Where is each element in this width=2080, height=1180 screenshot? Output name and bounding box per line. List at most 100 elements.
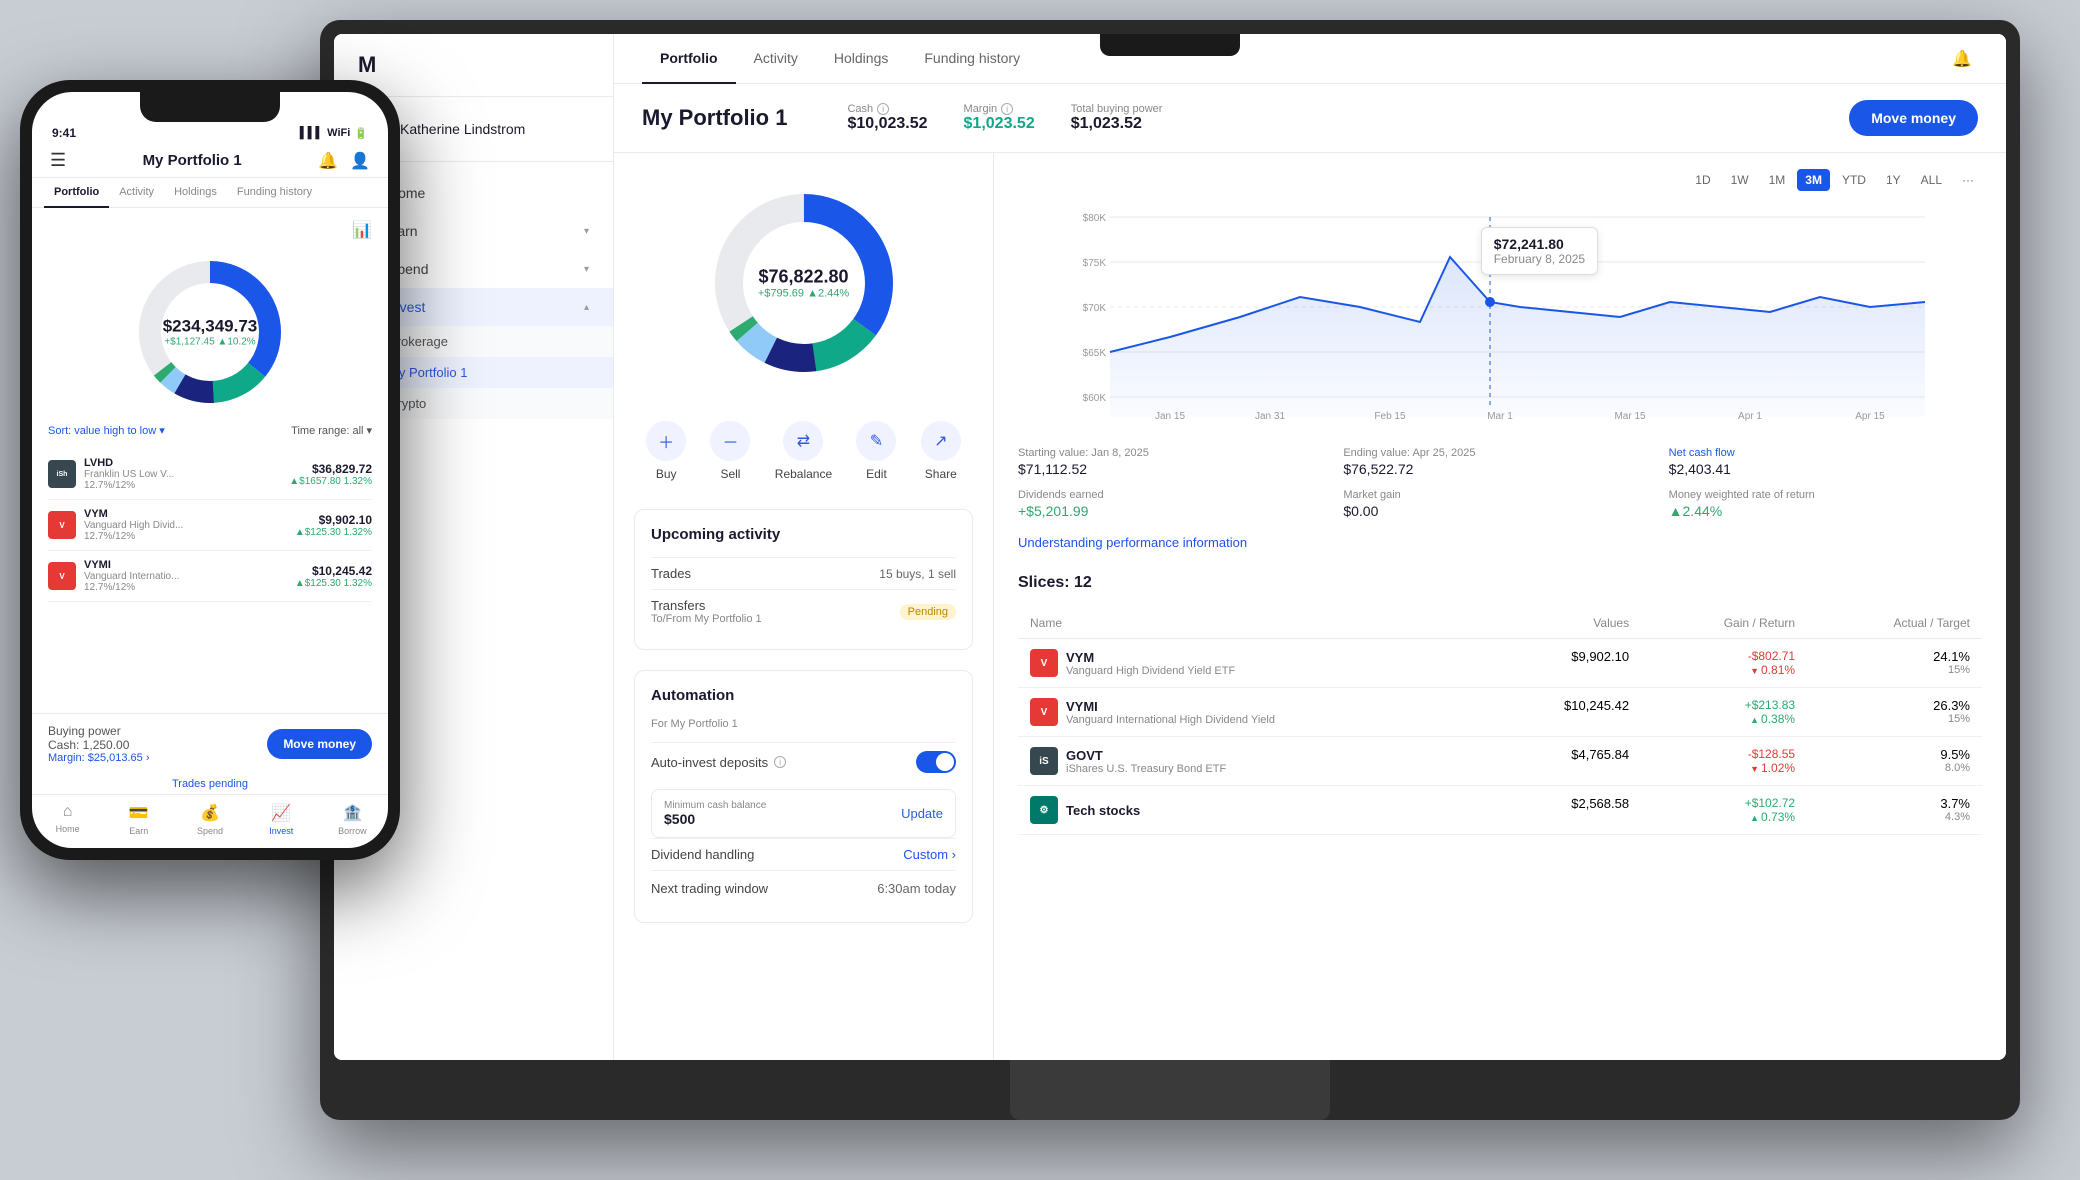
cash-info-icon[interactable]: i [877,103,889,115]
phone-menu-icon[interactable]: ☰ [50,150,66,171]
trades-pending-link[interactable]: Trades pending [32,774,388,794]
vymi-fullname: Vanguard International High Dividend Yie… [1066,714,1275,726]
bp-info: Buying power Cash: 1,250.00 Margin: $25,… [48,724,150,764]
phone-nav-home[interactable]: ⌂ Home [32,803,103,836]
period-ytd[interactable]: YTD [1834,169,1874,191]
period-1m[interactable]: 1M [1761,169,1794,191]
vymi-actual-target: 26.3% 15% [1807,688,1982,737]
dividend-label: Dividend handling [651,847,754,862]
cash-flow-value: $2,403.41 [1669,461,1982,477]
market-gain-label: Market gain [1343,489,1656,501]
period-3m[interactable]: 3M [1797,169,1830,191]
bp-cash-value: Cash: 1,250.00 [48,738,150,752]
phone-screen: 9:41 ▌▌▌ WiFi 🔋 ☰ My Portfolio 1 🔔 👤 Por… [32,92,388,848]
bp-margin-value[interactable]: Margin: $25,013.65 › [48,752,150,764]
automation-subtitle: For My Portfolio 1 [651,718,956,730]
share-button[interactable]: ↗ Share [921,421,961,481]
update-min-cash-button[interactable]: Update [901,806,943,821]
cash-metric: Cash i $10,023.52 [847,103,927,133]
phone-buying-power: Buying power Cash: 1,250.00 Margin: $25,… [32,713,388,774]
phone-bell-icon[interactable]: 🔔 [318,151,338,171]
transfers-sub: To/From My Portfolio 1 [651,613,762,625]
rebalance-icon: ⇄ [783,421,823,461]
vymi-logo: V [1030,698,1058,726]
govt-fullname: iShares U.S. Treasury Bond ETF [1066,763,1226,775]
phone-move-money-button[interactable]: Move money [267,729,372,759]
edit-button[interactable]: ✎ Edit [856,421,896,481]
phone-header-icons: 🔔 👤 [318,151,370,171]
period-all[interactable]: ALL [1913,169,1950,191]
tab-holdings[interactable]: Holdings [816,34,906,84]
donut-center: $76,822.80 +$795.69 ▲2.44% [758,267,849,300]
starting-value-label: Starting value: Jan 8, 2025 [1018,447,1331,459]
phone-nav-spend[interactable]: 💰 Spend [174,803,245,836]
return-value: ▲2.44% [1669,503,1982,519]
svg-text:Jan 15: Jan 15 [1155,411,1185,422]
phone-nav-borrow[interactable]: 🏦 Borrow [317,803,388,836]
notifications-button[interactable]: 🔔 [1946,43,1978,75]
phone-tab-funding[interactable]: Funding history [227,178,322,208]
sell-icon: － [710,421,750,461]
share-icon: ↗ [921,421,961,461]
sell-label: Sell [720,467,740,481]
sell-button[interactable]: － Sell [710,421,750,481]
phone-tab-portfolio[interactable]: Portfolio [44,178,109,208]
period-1d[interactable]: 1D [1687,169,1718,191]
phone-vymi-value: $10,245.42 [295,564,372,578]
buy-button[interactable]: ＋ Buy [646,421,686,481]
phone-holding-vymi[interactable]: V VYMI Vanguard Internatio... 12.7%/12% … [48,551,372,602]
donut-change: +$795.69 ▲2.44% [758,288,849,300]
dividend-value[interactable]: Custom › [903,847,956,862]
move-money-button[interactable]: Move money [1849,100,1978,136]
phone-tab-activity[interactable]: Activity [109,178,164,208]
phone-vymi-gain: ▲$125.30 1.32% [295,578,372,589]
tab-portfolio[interactable]: Portfolio [642,34,736,84]
main-content: Portfolio Activity Holdings Funding hist… [614,34,2006,1060]
next-window-row: Next trading window 6:30am today [651,870,956,906]
phone-nav-invest[interactable]: 📈 Invest [246,803,317,836]
auto-invest-info-icon[interactable]: i [774,756,786,768]
auto-invest-toggle[interactable] [916,751,956,773]
phone-borrow-label: Borrow [338,826,367,836]
time-range-dropdown[interactable]: Time range: all ▾ [291,424,372,437]
phone-holding-vym[interactable]: V VYM Vanguard High Divid... 12.7%/12% $… [48,500,372,551]
govt-logo: iS [1030,747,1058,775]
chart-stats: Starting value: Jan 8, 2025 $71,112.52 E… [1018,447,1982,519]
period-1y[interactable]: 1Y [1878,169,1909,191]
slice-row-tech[interactable]: ⚙ Tech stocks $2,568.58 +$102.72 [1018,786,1982,835]
phone-nav-earn[interactable]: 💳 Earn [103,803,174,836]
phone-invest-icon: 📈 [271,803,291,823]
margin-info-icon[interactable]: i [1001,103,1013,115]
phone-tab-holdings[interactable]: Holdings [164,178,227,208]
transfers-info: Transfers To/From My Portfolio 1 [651,598,762,625]
phone-chart-icon[interactable]: 📊 [48,220,372,240]
slice-row-vymi[interactable]: V VYMI Vanguard International High Divid… [1018,688,1982,737]
slices-table: Name Values Gain / Return Actual / Targe… [1018,608,1982,835]
slice-row-govt[interactable]: iS GOVT iShares U.S. Treasury Bond ETF $… [1018,737,1982,786]
holding-right-vymi: $10,245.42 ▲$125.30 1.32% [295,564,372,589]
phone-vym-logo: V [48,511,76,539]
phone-tabs: Portfolio Activity Holdings Funding hist… [32,178,388,208]
phone-status-icons: ▌▌▌ WiFi 🔋 [300,126,368,140]
phone-vymi-name: Vanguard Internatio... [84,571,179,582]
min-cash-label: Minimum cash balance [664,800,766,811]
phone-user-icon[interactable]: 👤 [350,151,370,171]
period-1w[interactable]: 1W [1723,169,1757,191]
phone-vym-gain: ▲$125.30 1.32% [295,527,372,538]
period-more[interactable]: ··· [1954,169,1982,191]
tabs-bar: Portfolio Activity Holdings Funding hist… [614,34,2006,84]
sort-dropdown[interactable]: Sort: value high to low ▾ [48,424,165,437]
min-cash-info: Minimum cash balance $500 [664,800,766,827]
slice-row-vym[interactable]: V VYM Vanguard High Dividend Yield ETF $… [1018,639,1982,688]
tab-activity[interactable]: Activity [736,34,816,84]
phone-holding-lvhd[interactable]: iSh LVHD Franklin US Low V... 12.7%/12% … [48,449,372,500]
app-container: M 👤 Katherine Lindstrom ⌂ Home [334,34,2006,1060]
tab-funding-history[interactable]: Funding history [906,34,1038,84]
rebalance-button[interactable]: ⇄ Rebalance [775,421,832,481]
phone-vymi-ticker: VYMI [84,559,179,571]
understanding-link[interactable]: Understanding performance information [1018,535,1982,550]
trades-row: Trades 15 buys, 1 sell [651,557,956,589]
trades-value: 15 buys, 1 sell [879,567,956,581]
phone-frame: 9:41 ▌▌▌ WiFi 🔋 ☰ My Portfolio 1 🔔 👤 Por… [20,80,400,860]
vym-gain-amt: -$802.71 [1653,649,1795,663]
